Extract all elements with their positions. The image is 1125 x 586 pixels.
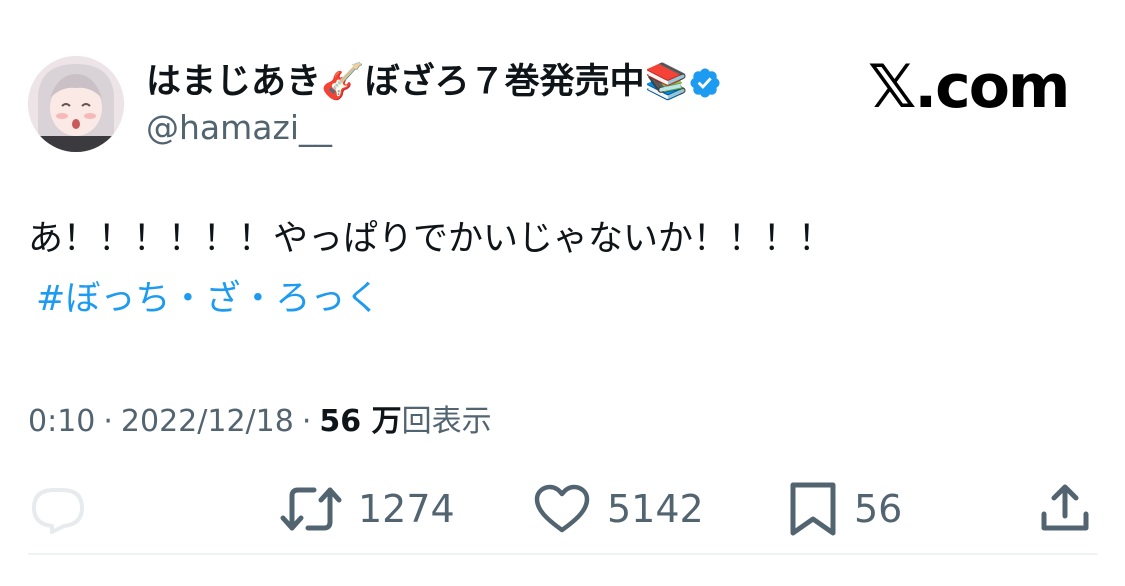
tweet-time[interactable]: 0:10 [28, 404, 95, 439]
tweet-text: あ！！！！！！やっぱりでかいじゃないか！！！！ [28, 219, 834, 259]
hashtag-link[interactable]: #ぼっち・ざ・ろっく [36, 274, 380, 324]
retweet-icon [280, 487, 342, 531]
avatar[interactable] [28, 56, 124, 152]
views-count: 56 万 [319, 404, 402, 439]
meta-separator: · [103, 404, 113, 439]
like-button[interactable]: 5142 [533, 484, 704, 534]
reply-icon [32, 488, 84, 534]
share-button[interactable] [1040, 484, 1090, 534]
heart-icon [534, 484, 590, 533]
views-label: 回表示 [401, 404, 492, 439]
site-logo: 𝕏.com [868, 52, 1070, 122]
retweet-button[interactable]: 1274 [280, 484, 455, 534]
share-icon [1041, 484, 1089, 531]
verified-badge-icon [690, 68, 720, 98]
bookmark-button[interactable]: 56 [788, 482, 903, 536]
user-handle[interactable]: @hamazi__ [146, 106, 332, 150]
like-count: 5142 [607, 487, 704, 531]
display-name[interactable]: はまじあき🎸ぼざろ７巻発売中📚 [146, 58, 688, 106]
tweet-meta: 0:10 · 2022/12/18 · 56 万回表示 [28, 402, 492, 442]
tweet-date[interactable]: 2022/12/18 [121, 404, 294, 439]
divider [28, 553, 1098, 555]
reply-button[interactable] [30, 484, 86, 534]
meta-separator: · [301, 404, 312, 439]
bookmark-count: 56 [854, 487, 903, 531]
retweet-count: 1274 [358, 487, 455, 531]
bookmark-icon [790, 482, 836, 536]
